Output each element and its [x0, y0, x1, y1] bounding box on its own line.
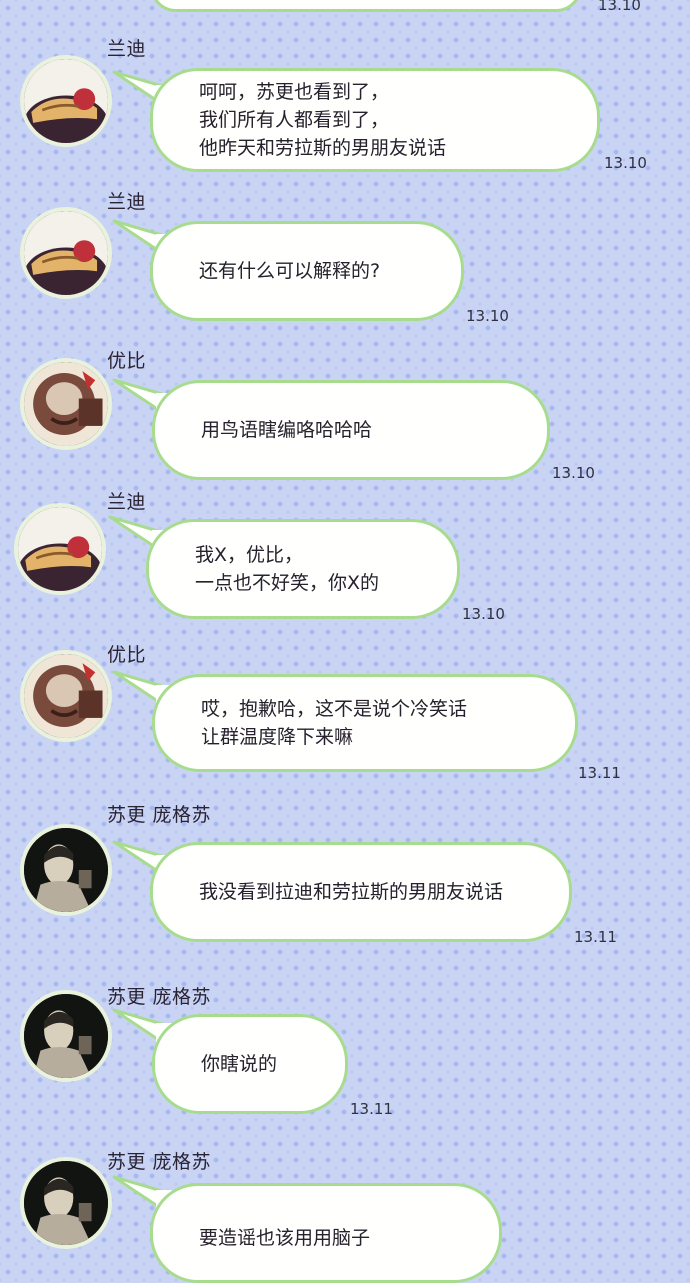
yoobi-avatar[interactable]	[20, 650, 112, 742]
sugeng-avatar[interactable]	[20, 990, 112, 1082]
chat-message-list[interactable]: 13.10 兰迪 呵呵，苏更也看到了， 我们所有人都看到了， 他昨天和劳拉斯的男…	[0, 0, 690, 1283]
message-time: 13.10	[598, 0, 641, 14]
sugeng-avatar[interactable]	[20, 824, 112, 916]
randy-avatar-image	[24, 59, 108, 143]
message-time: 13.10	[466, 307, 509, 325]
message-text: 哎，抱歉哈，这不是说个冷笑话 让群温度降下来嘛	[201, 698, 468, 748]
sender-name: 苏更 庞格苏	[107, 986, 212, 1008]
sugeng-avatar-image	[24, 994, 108, 1078]
sender-name: 兰迪	[107, 491, 147, 513]
randy-avatar-image	[24, 211, 108, 295]
sugeng-avatar[interactable]	[20, 1157, 112, 1249]
message-text: 用鸟语瞎编咯哈哈哈	[201, 419, 373, 441]
message-text: 你瞎说的	[201, 1053, 278, 1075]
yoobi-avatar-image	[24, 362, 108, 446]
message-bubble[interactable]: 哎，抱歉哈，这不是说个冷笑话 让群温度降下来嘛	[152, 674, 578, 772]
sender-name: 兰迪	[107, 191, 147, 213]
sender-name: 优比	[107, 350, 147, 372]
message-bubble[interactable]: 我X，优比， 一点也不好笑，你X的	[146, 519, 460, 619]
message-bubble[interactable]: 要造谣也该用用脑子	[150, 1183, 502, 1283]
message-text: 呵呵，苏更也看到了， 我们所有人都看到了， 他昨天和劳拉斯的男朋友说话	[199, 81, 447, 159]
message-bubble[interactable]: 我没看到拉迪和劳拉斯的男朋友说话	[150, 842, 572, 942]
message-text: 我X，优比， 一点也不好笑，你X的	[195, 544, 380, 594]
sender-name: 优比	[107, 644, 147, 666]
message-time: 13.10	[604, 154, 647, 172]
message-text: 还有什么可以解释的?	[199, 260, 381, 282]
message-bubble[interactable]: 你瞎说的	[152, 1014, 348, 1114]
message-time: 13.11	[574, 928, 617, 946]
message-text: 我没看到拉迪和劳拉斯的男朋友说话	[199, 881, 504, 903]
randy-avatar[interactable]	[20, 55, 112, 147]
sugeng-avatar-image	[24, 828, 108, 912]
randy-avatar[interactable]	[14, 503, 106, 595]
message-time: 13.10	[552, 464, 595, 482]
randy-avatar-image	[18, 507, 102, 591]
yoobi-avatar-image	[24, 654, 108, 738]
message-time: 13.10	[462, 605, 505, 623]
message-bubble[interactable]: 呵呵，苏更也看到了， 我们所有人都看到了， 他昨天和劳拉斯的男朋友说话	[150, 68, 600, 172]
yoobi-avatar[interactable]	[20, 358, 112, 450]
sender-name: 苏更 庞格苏	[107, 1151, 212, 1173]
randy-avatar[interactable]	[20, 207, 112, 299]
message-time: 13.11	[578, 764, 621, 782]
message-time: 13.11	[350, 1100, 393, 1118]
sugeng-avatar-image	[24, 1161, 108, 1245]
message-bubble[interactable]: 用鸟语瞎编咯哈哈哈	[152, 380, 550, 480]
sender-name: 兰迪	[107, 38, 147, 60]
message-bubble[interactable]: 还有什么可以解释的?	[150, 221, 464, 321]
message-bubble[interactable]	[150, 0, 582, 12]
sender-name: 苏更 庞格苏	[107, 804, 212, 826]
message-text: 要造谣也该用用脑子	[199, 1227, 371, 1249]
